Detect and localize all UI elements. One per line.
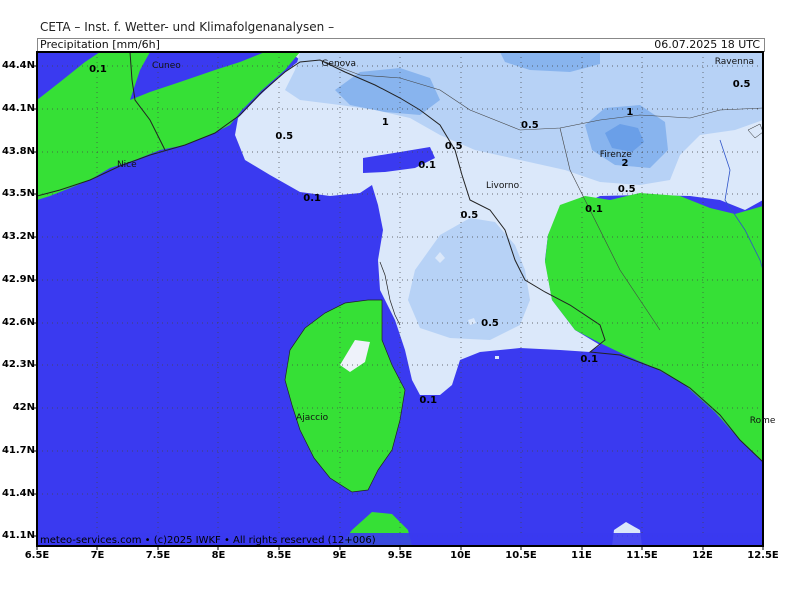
contour-value-label: 0.5 bbox=[617, 183, 636, 195]
lat-tick-label: 44.1N bbox=[1, 102, 35, 114]
lat-tick-label: 43.2N bbox=[1, 231, 35, 242]
lon-tick-label: 8.5E bbox=[266, 550, 292, 561]
contour-value-label: 0.5 bbox=[732, 78, 751, 90]
contour-value-label: 0.1 bbox=[585, 203, 603, 215]
contour-value-label: 0.5 bbox=[521, 119, 539, 131]
city-label: Genova bbox=[321, 58, 357, 69]
lon-tick-label: 10.5E bbox=[505, 550, 537, 561]
contour-value-label: 1 bbox=[381, 117, 389, 128]
lat-tick-label: 43.8N bbox=[1, 145, 35, 157]
lon-tick-label: 10E bbox=[450, 550, 471, 561]
lat-tick-label: 44.4N bbox=[1, 60, 35, 71]
precipitation-map bbox=[33, 51, 764, 550]
lon-tick-label: 9E bbox=[332, 550, 347, 561]
contour-value-label: 0.1 bbox=[303, 192, 321, 204]
contour-value-label: 0.5 bbox=[481, 317, 499, 329]
lon-tick-label: 6.5E bbox=[24, 550, 50, 561]
contour-value-label: 0.5 bbox=[275, 131, 294, 143]
lon-tick-label: 11.5E bbox=[626, 550, 658, 561]
contour-value-label: 2 bbox=[621, 158, 629, 170]
contour-value-label: 0.1 bbox=[418, 159, 436, 171]
contour-value-label: 0.5 bbox=[444, 141, 463, 153]
lat-tick-label: 41.4N bbox=[1, 487, 35, 499]
contour-value-label: 0.1 bbox=[89, 64, 107, 76]
contour-value-label: 1 bbox=[626, 107, 634, 119]
contour-value-label: 0.5 bbox=[460, 209, 479, 221]
lat-tick-label: 42.3N bbox=[1, 359, 35, 371]
lat-tick-label: 42.6N bbox=[1, 316, 35, 328]
city-label: Nice bbox=[116, 159, 137, 170]
city-label: Rome bbox=[749, 416, 776, 427]
lon-tick-label: 9.5E bbox=[387, 550, 413, 561]
lat-tick-label: 42N bbox=[12, 402, 35, 413]
contour-value-label: 0.1 bbox=[580, 353, 599, 365]
lat-tick-label: 41.7N bbox=[1, 444, 35, 456]
footer-credit: meteo-services.com • (c)2025 IWKF • All … bbox=[40, 535, 376, 546]
lon-tick-label: 12E bbox=[692, 550, 713, 561]
contour-value-label: 0.1 bbox=[419, 394, 438, 406]
island-montecristo bbox=[495, 356, 499, 359]
lon-tick-label: 7E bbox=[90, 550, 105, 561]
lat-tick-label: 43.5N bbox=[1, 188, 35, 200]
city-label: Livorno bbox=[486, 181, 520, 192]
city-label: Cuneo bbox=[152, 61, 181, 72]
lon-tick-label: 12.5E bbox=[747, 550, 779, 561]
lat-tick-label: 42.9N bbox=[1, 273, 35, 285]
lon-tick-label: 8E bbox=[211, 550, 226, 561]
city-label: Ajaccio bbox=[296, 413, 329, 424]
lon-tick-label: 11E bbox=[571, 550, 592, 561]
lat-tick-label: 41.1N bbox=[1, 530, 35, 542]
lon-tick-label: 7.5E bbox=[145, 550, 171, 561]
city-label: Ravenna bbox=[714, 57, 755, 68]
